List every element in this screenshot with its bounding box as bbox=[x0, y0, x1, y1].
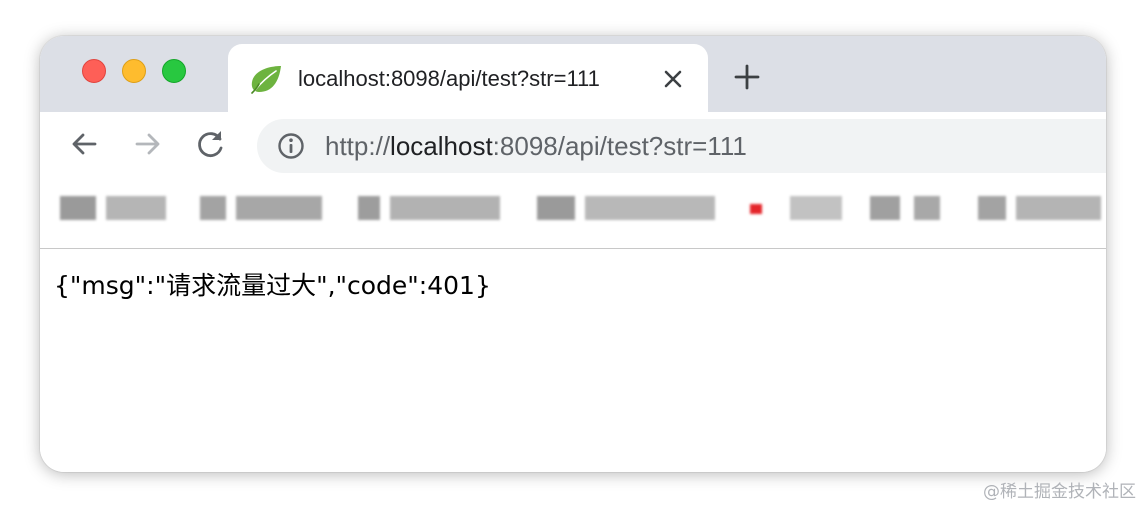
arrow-left-icon[interactable] bbox=[68, 128, 100, 160]
page-content: {"msg":"请求流量过大","code":401} bbox=[40, 249, 1106, 472]
json-response-text: {"msg":"请求流量过大","code":401} bbox=[54, 271, 491, 300]
tab-title: localhost:8098/api/test?str=111 bbox=[298, 66, 600, 91]
browser-toolbar: http://localhost:8098/api/test?str=111 bbox=[40, 112, 1106, 173]
tab-bar: localhost:8098/api/test?str=111 bbox=[40, 36, 1106, 112]
active-tab[interactable]: localhost:8098/api/test?str=111 bbox=[228, 44, 708, 112]
bookmark-item[interactable] bbox=[870, 196, 950, 220]
bookmark-item[interactable] bbox=[537, 196, 727, 220]
close-icon[interactable] bbox=[661, 67, 685, 91]
bookmark-item[interactable] bbox=[60, 196, 170, 220]
bookmark-item[interactable] bbox=[358, 196, 508, 220]
browser-window: localhost:8098/api/test?str=111 http://l… bbox=[40, 36, 1106, 472]
reload-icon[interactable] bbox=[195, 128, 227, 160]
arrow-right-icon[interactable] bbox=[132, 128, 164, 160]
url-text[interactable]: http://localhost:8098/api/test?str=111 bbox=[325, 131, 747, 161]
window-maximize-button[interactable] bbox=[162, 59, 186, 83]
url-path: :8098/api/test?str=111 bbox=[492, 131, 747, 161]
plus-icon[interactable] bbox=[733, 63, 761, 91]
bookmark-item[interactable] bbox=[200, 196, 330, 220]
bookmark-item[interactable] bbox=[978, 196, 1103, 220]
url-host: localhost bbox=[390, 131, 493, 161]
address-bar[interactable]: http://localhost:8098/api/test?str=111 bbox=[257, 119, 1106, 173]
info-circle-icon[interactable] bbox=[277, 132, 305, 160]
bookmark-item[interactable] bbox=[750, 196, 850, 220]
url-scheme: http:// bbox=[325, 131, 391, 161]
window-close-button[interactable] bbox=[82, 59, 106, 83]
bookmarks-bar bbox=[40, 174, 1106, 246]
watermark: @稀土掘金技术社区 bbox=[983, 482, 1136, 502]
spring-leaf-icon bbox=[251, 66, 281, 94]
window-minimize-button[interactable] bbox=[122, 59, 146, 83]
